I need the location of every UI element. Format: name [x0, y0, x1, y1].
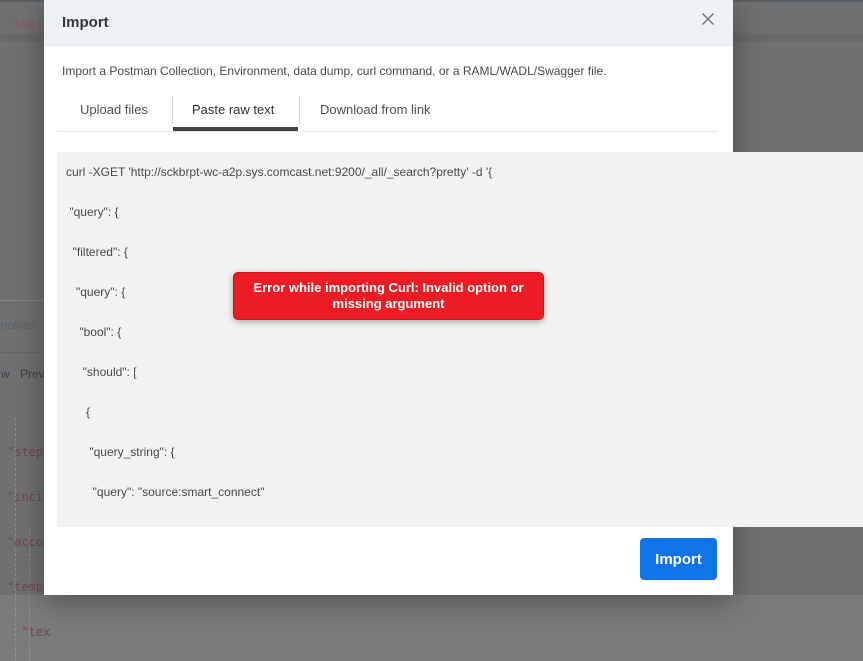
code-line: "tex [7, 625, 51, 639]
editor-panel-bottom [0, 595, 863, 661]
postman-app-screen: "incid ookies w Prev "steps "incide "acc… [0, 0, 863, 661]
import-dialog-header: Import [44, 0, 733, 46]
close-icon [702, 13, 714, 25]
panel-divider [0, 352, 44, 353]
response-cookies-tab-fragment: ookies [1, 318, 36, 332]
close-button[interactable] [698, 9, 718, 29]
viewer-raw-tab-fragment: w [1, 367, 10, 381]
tab-upload-files[interactable]: Upload files [80, 102, 148, 117]
dialog-title: Import [62, 14, 109, 31]
tab-download-from-link[interactable]: Download from link [320, 102, 431, 117]
tabs-bottom-rule [57, 131, 718, 132]
panel-divider [0, 300, 44, 301]
import-button[interactable]: Import [640, 538, 717, 580]
tab-separator [299, 96, 300, 124]
error-toast: Error while importing Curl: Invalid opti… [233, 272, 544, 320]
tab-separator [172, 96, 173, 124]
viewer-preview-tab-fragment: Prev [20, 367, 45, 381]
dialog-description: Import a Postman Collection, Environment… [62, 64, 607, 78]
raw-text-input[interactable]: curl -XGET 'http://sckbrpt-wc-a2p.sys.co… [57, 152, 863, 527]
tab-paste-raw-text[interactable]: Paste raw text [192, 102, 274, 117]
